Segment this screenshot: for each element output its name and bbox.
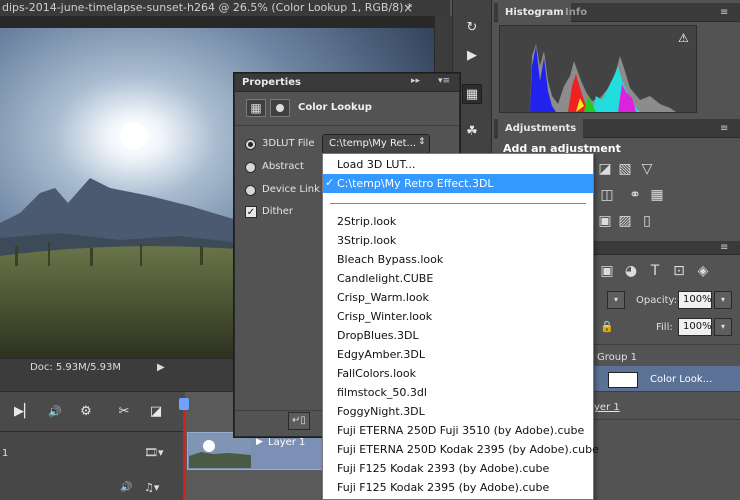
select-arrows-icon: ⇕ [418,137,426,147]
dropdown-item[interactable]: 3Strip.look [323,231,593,250]
properties-heading: Color Lookup [298,102,372,113]
history-icon[interactable]: ↻ [462,18,482,38]
dropdown-item[interactable]: DropBlues.3DL [323,326,593,345]
histogram-graph [499,25,697,113]
layers-menu-icon[interactable]: ≡ [720,242,728,253]
fill-label: Fill: [656,322,673,333]
invert-icon[interactable]: ▣ [596,212,614,230]
dropdown-item[interactable]: Load 3D LUT... [323,155,593,174]
dropdown-item[interactable]: Fuji ETERNA 250D Kodak 2395 (by Adobe).c… [323,440,599,459]
hue-saturation-icon[interactable]: ▧ [616,160,634,178]
option-label: Abstract [262,161,304,172]
split-clip-icon[interactable]: ✂ [114,402,134,422]
dropdown-item[interactable]: filmstock_50.3dl [323,383,593,402]
layer-mask-thumbnail [608,372,638,388]
dropdown-item[interactable]: Fuji F125 Kodak 2395 (by Adobe).cube [323,478,593,497]
histogram-tabbar: Histogram Info ≡ [494,3,740,22]
option-label: 3DLUT File [262,138,315,149]
dropdown-item-selected[interactable]: C:\temp\My Retro Effect.3DL [323,174,593,193]
close-document-icon[interactable]: × [400,0,416,16]
lut-file-select[interactable]: C:\temp\My Ret... [322,134,430,154]
dropdown-item[interactable]: 2Strip.look [323,212,593,231]
dither-label: Dither [262,206,294,217]
opacity-field[interactable]: 100% [678,291,712,309]
clip-expand-icon[interactable]: ▶ [256,437,263,447]
fill-field[interactable]: 100% [678,318,712,336]
document-tab[interactable]: dips-2014-june-timelapse-sunset-h264 @ 2… [0,0,450,16]
warning-icon[interactable]: ⚠ [678,31,689,45]
document-size: Doc: 5.93M/5.93M [30,362,122,373]
layer-name: Group 1 [597,352,637,363]
layer-mask-icon[interactable] [270,99,290,117]
clip-label: Layer 1 [268,437,306,448]
collapse-panel-icon[interactable]: ▸▸ [411,76,420,86]
threshold-icon[interactable]: ▨ [616,212,634,230]
dropdown-item[interactable]: Fuji ETERNA 250D Fuji 3510 (by Adobe).cu… [323,421,593,440]
playhead-handle[interactable] [179,398,189,410]
dropdown-item[interactable]: FoggyNight.3DL [323,402,593,421]
tab-adjustments[interactable]: Adjustments [498,119,584,138]
play-icon[interactable]: ▶▏ [14,402,34,422]
playhead[interactable] [183,398,185,500]
clip-to-layer-icon[interactable]: ↵▯ [288,412,310,430]
track-number: 1 [2,448,9,459]
opacity-dropdown[interactable]: ▾ [714,291,732,309]
transition-icon[interactable]: ◪ [146,402,166,422]
properties-menu-icon[interactable]: ▾≡ [438,76,450,86]
vibrance-icon[interactable]: ◪ [596,160,614,178]
properties-title: Properties [242,77,301,88]
adjustment-grid-icon[interactable]: ▦ [246,99,266,117]
audio-icon[interactable]: 🔊 [120,482,132,493]
layer-name: Color Look... [650,374,713,385]
dropdown-item[interactable]: Fuji F125 Kodak 2393 (by Adobe).cube [323,459,593,478]
channel-mixer-icon[interactable]: ⚭ [626,186,644,204]
filter-shape-icon[interactable]: ⊡ [670,262,688,280]
lock-icon[interactable]: 🔒 [598,318,616,336]
opacity-label: Opacity: [636,295,678,306]
layer-row-layer-1[interactable]: yer 1 [594,394,740,420]
music-icon[interactable]: ♫▾ [144,481,159,494]
playback-settings-icon[interactable]: ⚙ [76,402,96,422]
clip-thumbnail [189,434,251,468]
adjustments-tabbar: Adjustments ≡ [494,119,740,138]
dropdown-item[interactable]: Candlelight.CUBE [323,269,593,288]
dither-checkbox[interactable]: ✓ [245,206,257,218]
play-actions-icon[interactable]: ▶ [462,46,482,66]
radio-abstract[interactable] [245,162,256,173]
layer-name: yer 1 [594,402,620,413]
option-label: Device Link [262,184,320,195]
filter-type-icon[interactable]: T [646,262,664,280]
radio-device-link[interactable] [245,185,256,196]
filter-smart-object-icon[interactable]: ◈ [694,262,712,280]
dropdown-item[interactable]: Crisp_Winter.look [323,307,593,326]
mute-audio-icon[interactable]: 🔊 [45,402,65,422]
status-menu-arrow-icon[interactable]: ▶ [157,362,165,373]
dropdown-item[interactable]: FallColors.look [323,364,593,383]
photo-filter-icon[interactable]: ◫ [598,186,616,204]
filter-adjustment-icon[interactable]: ◕ [622,262,640,280]
dropdown-item[interactable]: EdgyAmber.3DL [323,345,593,364]
histogram-menu-icon[interactable]: ≡ [720,7,728,18]
film-icon[interactable]: 🎞▾ [144,446,164,459]
filter-pixel-icon[interactable]: ▣ [598,262,616,280]
layer-row-color-lookup[interactable]: Color Look... [594,366,740,392]
gradient-map-icon[interactable]: ▽ [638,160,656,178]
tab-info[interactable]: Info [558,3,594,22]
dropdown-separator [330,203,586,204]
selective-color-icon[interactable]: ▯ [638,212,656,230]
adjustments-menu-icon[interactable]: ≡ [720,123,728,134]
properties-icon[interactable]: ▦ [462,84,482,104]
brush-icon[interactable]: ☘ [462,122,482,142]
blend-mode-dropdown[interactable]: ▾ [607,291,625,309]
fill-dropdown[interactable]: ▾ [714,318,732,336]
color-lookup-icon[interactable]: ▦ [648,186,666,204]
checkmark-icon: ✓ [325,176,335,189]
dropdown-item[interactable]: Crisp_Warm.look [323,288,593,307]
radio-3dlut-file[interactable] [245,139,256,150]
dropdown-item[interactable]: Bleach Bypass.look [323,250,593,269]
